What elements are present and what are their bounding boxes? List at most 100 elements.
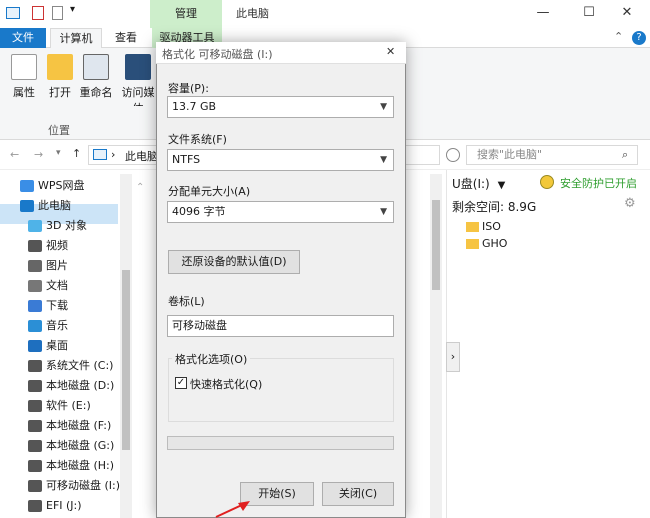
ribbon-group-location: 位置 [48, 124, 70, 137]
drive-icon [28, 380, 42, 392]
sidebar-item[interactable]: EFI (J:) [28, 496, 82, 516]
drive-label: U盘(I:) [452, 177, 490, 191]
sidebar-item[interactable]: 此电脑 [20, 196, 71, 216]
sidebar-item[interactable]: 本地磁盘 (G:) [28, 436, 114, 456]
properties-quick-icon[interactable] [32, 6, 44, 20]
sidebar-item[interactable]: 图片 [28, 256, 68, 276]
chevron-down-icon: ▼ [380, 102, 387, 112]
sidebar-item-label: 软件 (E:) [46, 399, 91, 412]
capacity-value: 13.7 GB [172, 100, 217, 113]
access-media-button[interactable]: 访问媒体 [118, 52, 158, 106]
close-button[interactable]: 关闭(C) [322, 482, 394, 506]
collapse-ribbon-icon[interactable]: ⌃ [614, 30, 623, 43]
expand-pane-button[interactable]: › [446, 342, 460, 372]
folder-icon [466, 222, 479, 232]
dialog-title: 格式化 可移动磁盘 (I:) [162, 48, 273, 61]
sidebar-item[interactable]: 下载 [28, 296, 68, 316]
sidebar-item[interactable]: 音乐 [28, 316, 68, 336]
help-icon[interactable]: ? [632, 31, 646, 45]
tab-computer[interactable]: 计算机 [50, 28, 102, 48]
close-window-button[interactable]: ✕ [604, 0, 650, 28]
forward-arrow-icon[interactable]: → [34, 148, 43, 161]
filesystem-label: 文件系统(F) [168, 133, 227, 146]
sidebar-item-label: 本地磁盘 (G:) [46, 439, 115, 452]
tab-file[interactable]: 文件 [0, 28, 46, 48]
list-item[interactable]: ISO [466, 220, 501, 233]
settings-gear-icon[interactable]: ⚙ [624, 196, 636, 211]
filesystem-select[interactable]: NTFS ▼ [167, 149, 394, 171]
sidebar-item[interactable]: WPS网盘 [20, 176, 85, 196]
recent-locations-icon[interactable]: ▾ [56, 148, 61, 158]
folder-open-icon [47, 54, 73, 80]
sidebar-item-label: WPS网盘 [38, 179, 85, 192]
window-title: 此电脑 [236, 7, 269, 20]
folder-icon [28, 320, 42, 332]
sidebar-item[interactable]: 桌面 [28, 336, 68, 356]
drive-icon [28, 400, 42, 412]
dropdown-arrow-icon: ▼ [497, 180, 506, 191]
drive-icon [28, 440, 42, 452]
minimize-button[interactable]: — [520, 0, 566, 28]
tab-view[interactable]: 查看 [106, 28, 146, 48]
sidebar-item-label: 此电脑 [38, 199, 71, 212]
sidebar-item[interactable]: 3D 对象 [28, 216, 87, 236]
sidebar-item[interactable]: 本地磁盘 (D:) [28, 376, 114, 396]
folder-icon [28, 300, 42, 312]
collapse-chevron-icon[interactable]: ⌃ [136, 182, 144, 193]
sidebar-item[interactable]: 视频 [28, 236, 68, 256]
volume-label-input[interactable]: 可移动磁盘 [167, 315, 394, 337]
drive-icon [28, 360, 42, 372]
sidebar-item[interactable]: 文档 [28, 276, 68, 296]
sidebar-item[interactable]: 可移动磁盘 (I:) [28, 476, 120, 496]
drive-icon [28, 460, 42, 472]
capacity-select[interactable]: 13.7 GB ▼ [167, 96, 394, 118]
dialog-title-bar: 格式化 可移动磁盘 (I:) ✕ [156, 42, 406, 64]
address-separator-icon: › [111, 148, 116, 161]
computer-icon [93, 149, 107, 160]
folder-icon [28, 340, 42, 352]
sidebar-item[interactable]: 本地磁盘 (H:) [28, 456, 114, 476]
address-path: 此电脑 [125, 150, 158, 163]
sidebar-item[interactable]: 系统文件 (C:) [28, 356, 113, 376]
search-icon: ⌕ [622, 148, 629, 161]
folder-icon [28, 240, 42, 252]
quick-access-dropdown-icon[interactable]: ▾ [70, 4, 75, 15]
rename-icon [83, 54, 109, 80]
annotation-arrow-icon [215, 501, 250, 518]
refresh-icon[interactable] [446, 148, 460, 162]
format-progress-bar [167, 436, 394, 450]
sidebar-item-label: EFI (J:) [46, 499, 82, 512]
nav-scrollbar-thumb[interactable] [122, 270, 130, 450]
rename-button[interactable]: 重命名 [74, 52, 118, 106]
up-arrow-icon[interactable]: ↑ [72, 147, 81, 160]
restore-defaults-button[interactable]: 还原设备的默认值(D) [168, 250, 300, 274]
search-input[interactable]: 搜索"此电脑" [466, 145, 638, 165]
drive-icon [28, 480, 42, 492]
main-scrollbar-thumb[interactable] [432, 200, 440, 290]
access-media-label: 访问媒体 [121, 86, 155, 106]
sidebar-item-label: 本地磁盘 (D:) [46, 379, 115, 392]
list-item[interactable]: GHO [466, 237, 507, 250]
folder-name: ISO [482, 220, 501, 233]
drive-dropdown[interactable]: U盘(I:) ▼ [452, 175, 505, 192]
allocation-value: 4096 字节 [172, 205, 226, 218]
sidebar-item[interactable]: 软件 (E:) [28, 396, 91, 416]
folder-icon [466, 239, 479, 249]
sidebar-item[interactable]: 本地磁盘 (F:) [28, 416, 111, 436]
media-icon [125, 54, 151, 80]
capacity-label: 容量(P): [168, 82, 209, 95]
folder-name: GHO [482, 237, 508, 250]
allocation-select[interactable]: 4096 字节 ▼ [167, 201, 394, 223]
chevron-down-icon: ▼ [380, 207, 387, 217]
dialog-close-icon[interactable]: ✕ [386, 45, 395, 58]
folder-icon [28, 260, 42, 272]
back-arrow-icon[interactable]: ← [10, 148, 19, 161]
sidebar-item-label: 本地磁盘 (H:) [46, 459, 115, 472]
security-status[interactable]: 安全防护已开启 [560, 175, 637, 191]
sidebar-item-label: 下载 [46, 299, 68, 312]
quick-format-checkbox[interactable]: ✓ [175, 377, 187, 389]
sidebar-item-label: 3D 对象 [46, 219, 87, 232]
tab-manage[interactable]: 管理 [150, 0, 222, 28]
new-folder-quick-icon[interactable] [52, 6, 63, 20]
quick-format-label[interactable]: 快速格式化(Q) [190, 376, 262, 392]
